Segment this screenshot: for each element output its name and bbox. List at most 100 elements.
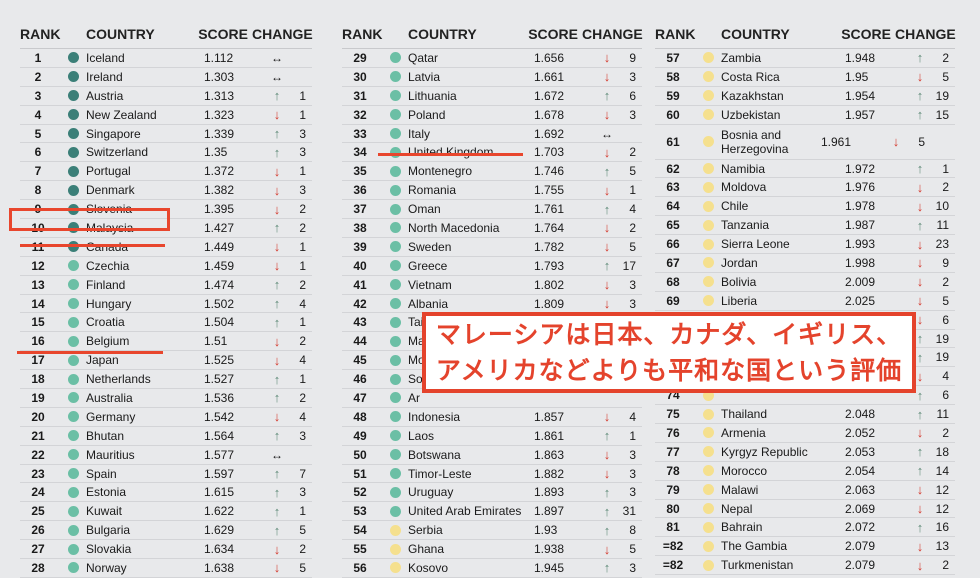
arrow-down-icon: ↓ — [273, 333, 281, 349]
peace-level-dot-icon — [703, 219, 714, 231]
score-cell: 1.372 — [204, 164, 235, 179]
peace-level-dot-icon — [390, 543, 401, 555]
arrow-down-icon: ↓ — [603, 447, 611, 463]
table-row: 57 Zambia 1.948 ↑ 2 — [655, 49, 955, 68]
score-cell: 1.542 — [204, 409, 235, 424]
country-cell: Vietnam — [408, 277, 452, 292]
arrow-down-icon: ↓ — [273, 409, 281, 425]
country-cell: Portugal — [86, 164, 131, 179]
country-cell: Austria — [86, 88, 124, 103]
header-rank: RANK — [20, 26, 61, 42]
change-cell: 2 — [942, 558, 949, 573]
arrow-down-icon: ↓ — [916, 557, 924, 573]
score-cell: 1.938 — [534, 542, 565, 557]
country-cell: Switzerland — [86, 145, 149, 160]
country-cell: Latvia — [408, 69, 441, 84]
rank-cell: 54 — [353, 523, 367, 538]
score-cell: 1.976 — [845, 180, 876, 195]
change-cell: 7 — [299, 466, 306, 481]
change-cell: 5 — [299, 523, 306, 538]
country-cell: Estonia — [86, 485, 127, 500]
peace-level-dot-icon — [703, 465, 714, 477]
country-cell: Poland — [408, 107, 446, 122]
rank-cell: 63 — [666, 180, 680, 195]
arrow-down-icon: ↓ — [916, 482, 924, 498]
table-row: 7 Portugal 1.372 ↓ 1 — [20, 162, 312, 182]
table-row: 38 North Macedonia 1.764 ↓ 2 — [342, 219, 642, 238]
table-row: 40 Greece 1.793 ↑ 17 — [342, 257, 642, 276]
country-cell: Japan — [86, 353, 119, 368]
peace-level-dot-icon — [703, 90, 714, 102]
header-change: CHANGE — [582, 26, 643, 42]
arrow-down-icon: ↓ — [603, 50, 611, 66]
rank-cell: 23 — [31, 466, 45, 481]
table-row: 55 Ghana 1.938 ↓ 5 — [342, 540, 642, 560]
change-cell: 1 — [629, 183, 636, 198]
peace-level-dot-icon — [390, 128, 401, 139]
arrow-down-icon: ↓ — [603, 220, 611, 236]
score-cell: 1.897 — [534, 504, 565, 519]
change-cell: 3 — [299, 126, 306, 141]
arrow-up-icon: ↑ — [603, 88, 611, 104]
table-row: 23 Spain 1.597 ↑ 7 — [20, 465, 312, 484]
no-change-icon: ↔ — [601, 126, 613, 141]
peace-level-dot-icon — [703, 181, 714, 193]
table-row: 22 Mauritius 1.577 ↔ — [20, 446, 312, 465]
change-cell: 4 — [629, 202, 636, 217]
rank-cell: 48 — [353, 409, 367, 424]
peace-level-dot-icon — [703, 276, 714, 288]
table-row: 24 Estonia 1.615 ↑ 3 — [20, 483, 312, 503]
score-cell: 2.069 — [845, 501, 876, 516]
arrow-down-icon: ↓ — [603, 107, 611, 123]
peace-level-dot-icon — [390, 52, 401, 64]
score-cell: 1.597 — [204, 466, 235, 481]
header-country: COUNTRY — [86, 26, 155, 42]
arrow-down-icon: ↓ — [603, 296, 611, 312]
country-cell: Malawi — [721, 482, 759, 497]
rank-cell: 38 — [353, 220, 367, 235]
table-row: 75 Thailand 2.048 ↑ 11 — [655, 405, 955, 425]
rank-cell: 17 — [31, 353, 45, 368]
peace-level-dot-icon — [390, 449, 401, 461]
peace-level-dot-icon — [390, 335, 401, 347]
country-cell: Kuwait — [86, 504, 123, 519]
rank-cell: 5 — [34, 126, 42, 141]
arrow-up-icon: ↑ — [916, 463, 924, 479]
rank-cell: 50 — [353, 447, 367, 462]
ranking-column-2: RANK COUNTRY SCORE CHANGE 29 Qatar 1.656 ↓ 9… — [342, 20, 643, 578]
table-row: 60 Uzbekistan 1.957 ↑ 15 — [655, 106, 955, 125]
peace-level-dot-icon — [68, 90, 79, 102]
peace-level-dot-icon — [390, 241, 401, 253]
arrow-up-icon: ↑ — [603, 201, 611, 217]
peace-level-dot-icon — [68, 411, 79, 423]
table-row: 61 Bosnia and Herzegovina 1.961 ↓ 5 — [655, 125, 955, 160]
country-cell: Netherlands — [86, 372, 151, 387]
arrow-up-icon: ↑ — [916, 161, 924, 176]
table-row: 29 Qatar 1.656 ↓ 9 — [342, 49, 642, 68]
change-cell: 10 — [935, 199, 949, 214]
peace-level-dot-icon — [68, 354, 79, 366]
score-cell: 2.052 — [845, 425, 876, 440]
table-row: 16 Belgium 1.51 ↓ 2 — [20, 332, 312, 352]
arrow-up-icon: ↑ — [916, 444, 924, 460]
score-cell: 1.998 — [845, 255, 876, 270]
rank-cell: 19 — [31, 390, 45, 405]
peace-level-dot-icon — [68, 449, 79, 461]
table-row: 48 Indonesia 1.857 ↓ 4 — [342, 408, 642, 427]
arrow-down-icon: ↓ — [916, 255, 924, 271]
change-cell: 1 — [299, 88, 306, 103]
table-row: 58 Costa Rica 1.95 ↓ 5 — [655, 68, 955, 87]
change-cell: 11 — [936, 407, 949, 422]
score-cell: 2.009 — [845, 274, 876, 289]
arrow-up-icon: ↑ — [916, 107, 924, 123]
change-cell: 18 — [935, 444, 949, 459]
peace-level-dot-icon — [68, 562, 79, 574]
table-row: 1 Iceland 1.112 ↔ — [20, 49, 312, 68]
arrow-down-icon: ↓ — [916, 293, 924, 309]
peace-level-dot-icon — [703, 200, 714, 212]
table-row: 18 Netherlands 1.527 ↑ 1 — [20, 370, 312, 390]
table-row: 80 Nepal 2.069 ↓ 12 — [655, 500, 955, 519]
table-row: 76 Armenia 2.052 ↓ 2 — [655, 424, 955, 443]
change-cell: 5 — [629, 164, 636, 179]
change-cell: 4 — [629, 409, 636, 424]
